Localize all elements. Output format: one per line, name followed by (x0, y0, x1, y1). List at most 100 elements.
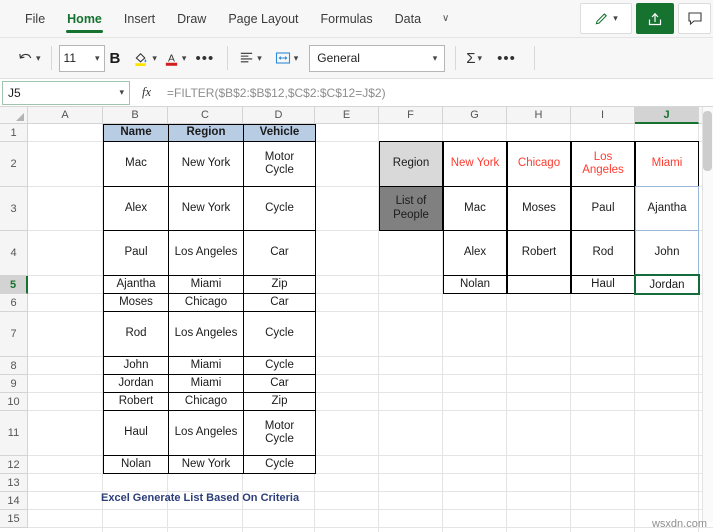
more-font-options-button[interactable]: ••• (189, 50, 220, 67)
chevron-down-icon[interactable]: ▾ (182, 53, 187, 64)
vertical-scroll-thumb[interactable] (703, 111, 712, 171)
undo-button[interactable]: ▾ (14, 44, 44, 72)
table-row[interactable]: Motor Cycle (243, 410, 316, 456)
wrap-text-button[interactable]: ▾ (271, 44, 302, 72)
table-row[interactable]: Cycle (243, 455, 316, 474)
list-item[interactable]: Haul (571, 275, 635, 294)
chevron-down-icon[interactable]: ▾ (95, 53, 100, 64)
list-item[interactable]: Robert (507, 230, 571, 276)
tab-home[interactable]: Home (56, 0, 113, 38)
list-item[interactable]: Rod (571, 230, 635, 276)
tab-draw[interactable]: Draw (166, 0, 217, 38)
table-row[interactable]: Robert (103, 392, 169, 411)
cells-area[interactable]: Name Region Vehicle Mac New York Motor C… (28, 124, 713, 532)
table-row[interactable]: Los Angeles (168, 410, 244, 456)
list-item[interactable]: John (635, 230, 699, 276)
column-header-J[interactable]: J (635, 107, 699, 124)
table-row[interactable]: Los Angeles (168, 230, 244, 276)
row-header-15[interactable]: 15 (0, 510, 28, 528)
list-item[interactable] (507, 275, 571, 294)
row-header-6[interactable]: 6 (0, 294, 28, 312)
row-header-11[interactable]: 11 (0, 411, 28, 456)
list-item[interactable]: Paul (571, 186, 635, 231)
ribbon-overflow-chevron-icon[interactable]: ∨ (432, 0, 459, 38)
formula-input[interactable]: =FILTER($B$2:$B$12,$C$2:$C$12=J$2) (163, 81, 713, 105)
share-button[interactable] (636, 3, 674, 34)
table-row[interactable]: Paul (103, 230, 169, 276)
tab-page-layout[interactable]: Page Layout (217, 0, 309, 38)
tab-insert[interactable]: Insert (113, 0, 166, 38)
column-header-A[interactable]: A (28, 107, 103, 124)
column-header-F[interactable]: F (379, 107, 443, 124)
comment-button[interactable] (678, 3, 711, 34)
row-header-10[interactable]: 10 (0, 393, 28, 411)
selected-cell-j5[interactable]: Jordan (634, 274, 700, 295)
column-header-I[interactable]: I (571, 107, 635, 124)
number-format-select[interactable]: General ▾ (309, 44, 446, 72)
row-header-4[interactable]: 4 (0, 231, 28, 276)
tab-formulas[interactable]: Formulas (310, 0, 384, 38)
font-color-button[interactable]: A ▾ (160, 44, 190, 72)
row-header-12[interactable]: 12 (0, 456, 28, 474)
table-row[interactable]: New York (168, 186, 244, 231)
insert-function-button[interactable]: fx (130, 85, 163, 100)
table-row[interactable]: Mac (103, 141, 169, 187)
row-header-3[interactable]: 3 (0, 187, 28, 231)
vertical-scrollbar[interactable] (702, 107, 713, 522)
table-row[interactable]: Miami (168, 356, 244, 375)
list-item[interactable]: Moses (507, 186, 571, 231)
name-box[interactable]: J5 ▾ (2, 80, 130, 105)
chevron-down-icon[interactable]: ▾ (433, 53, 438, 64)
chevron-down-icon[interactable]: ▾ (257, 53, 262, 64)
column-header-D[interactable]: D (243, 107, 315, 124)
table-row[interactable]: Chicago (168, 392, 244, 411)
table-row[interactable]: Cycle (243, 186, 316, 231)
list-item[interactable]: Nolan (443, 275, 507, 294)
column-header-G[interactable]: G (443, 107, 507, 124)
table-row[interactable]: Zip (243, 275, 316, 294)
chevron-down-icon[interactable]: ▾ (119, 87, 124, 98)
chevron-down-icon[interactable]: ▾ (294, 53, 299, 64)
fill-color-button[interactable]: ▾ (130, 44, 160, 72)
table-row[interactable]: New York (168, 455, 244, 474)
table-row[interactable]: Chicago (168, 293, 244, 312)
chevron-down-icon[interactable]: ▾ (478, 53, 483, 64)
table-row[interactable]: Miami (168, 275, 244, 294)
select-all-corner[interactable] (0, 107, 28, 124)
draw-pen-button[interactable]: ▾ (580, 3, 632, 34)
table-row[interactable]: John (103, 356, 169, 375)
table-row[interactable]: Car (243, 230, 316, 276)
chevron-down-icon[interactable]: ▾ (152, 53, 157, 64)
row-header-14[interactable]: 14 (0, 492, 28, 510)
row-header-1[interactable]: 1 (0, 124, 28, 142)
table-row[interactable]: Cycle (243, 311, 316, 357)
table-row[interactable]: Haul (103, 410, 169, 456)
table-row[interactable]: Nolan (103, 455, 169, 474)
tab-file[interactable]: File (14, 0, 56, 38)
list-item[interactable]: Alex (443, 230, 507, 276)
table-row[interactable]: Zip (243, 392, 316, 411)
table-row[interactable]: Alex (103, 186, 169, 231)
column-header-E[interactable]: E (315, 107, 379, 124)
row-header-5[interactable]: 5 (0, 276, 28, 294)
table-row[interactable]: New York (168, 141, 244, 187)
table-row[interactable]: Car (243, 293, 316, 312)
font-size-input[interactable]: 11 ▾ (58, 44, 105, 72)
row-header-8[interactable]: 8 (0, 357, 28, 375)
column-header-B[interactable]: B (103, 107, 168, 124)
table-row[interactable]: Moses (103, 293, 169, 312)
column-header-H[interactable]: H (507, 107, 571, 124)
tab-data[interactable]: Data (384, 0, 432, 38)
alignment-button[interactable]: ▾ (235, 44, 265, 72)
table-row[interactable]: Rod (103, 311, 169, 357)
table-row[interactable]: Los Angeles (168, 311, 244, 357)
row-header-7[interactable]: 7 (0, 312, 28, 357)
table-row[interactable]: Ajantha (103, 275, 169, 294)
autosum-button[interactable]: Σ ▾ (463, 44, 485, 72)
list-item[interactable]: Mac (443, 186, 507, 231)
row-header-13[interactable]: 13 (0, 474, 28, 492)
bold-button[interactable]: B (105, 50, 126, 67)
list-item[interactable]: Ajantha (635, 186, 699, 231)
more-options-button[interactable]: ••• (491, 50, 522, 67)
table-row[interactable]: Jordan (103, 374, 169, 393)
